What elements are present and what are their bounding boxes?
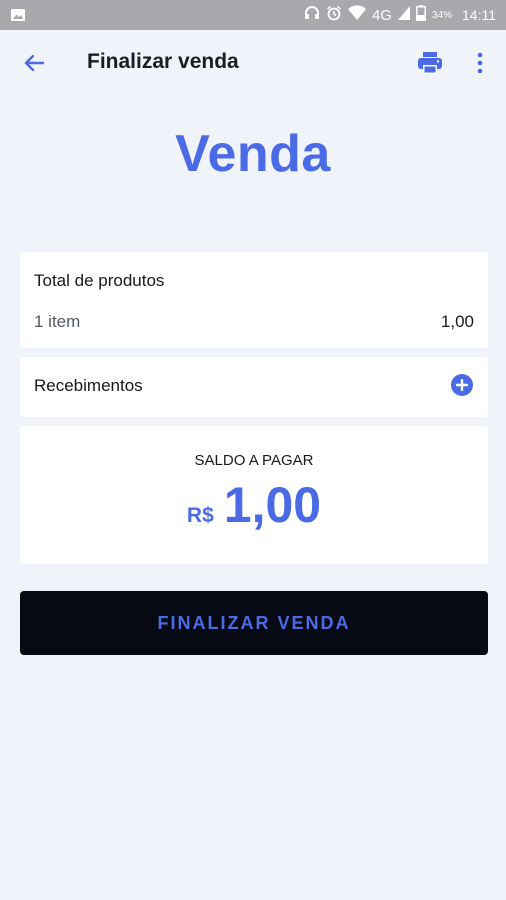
receipts-card: Recebimentos — [20, 357, 488, 417]
clock: 14:11 — [462, 7, 496, 23]
products-card: Total de produtos 1 item 1,00 — [20, 252, 488, 348]
page-title: Finalizar venda — [87, 50, 239, 73]
products-title: Total de produtos — [34, 271, 165, 290]
balance-card: SALDO A PAGAR R$ 1,00 — [20, 426, 488, 564]
printer-icon — [418, 52, 442, 74]
app-bar: Finalizar venda — [0, 30, 506, 96]
battery-level: 34% — [431, 9, 452, 21]
battery-icon — [415, 5, 426, 25]
balance-label: SALDO A PAGAR — [194, 452, 314, 469]
balance-value: 1,00 — [223, 477, 322, 533]
status-indicators: 4G 34% 14:11 — [304, 0, 496, 30]
add-receipt-button[interactable] — [451, 374, 473, 396]
balance-currency: R$ — [186, 504, 214, 527]
print-button[interactable] — [414, 48, 446, 78]
more-options-button[interactable] — [468, 48, 492, 78]
image-notification-icon — [10, 7, 26, 28]
more-vert-icon — [477, 52, 483, 74]
plus-icon — [456, 379, 468, 391]
wifi-icon — [347, 5, 366, 25]
headphones-icon — [304, 5, 320, 25]
back-button[interactable] — [20, 49, 48, 77]
status-bar: 4G 34% 14:11 — [0, 0, 506, 30]
receipts-label: Recebimentos — [34, 376, 143, 395]
products-count: 1 item — [34, 312, 81, 331]
arrow-left-icon — [24, 54, 45, 72]
signal-icon — [397, 6, 410, 24]
finish-sale-button[interactable]: FINALIZAR VENDA — [20, 591, 488, 655]
balance-amount: R$ 1,00 — [20, 476, 488, 534]
sale-heading: Venda — [175, 125, 331, 183]
alarm-icon — [326, 5, 342, 25]
products-total: 1,00 — [440, 312, 474, 331]
network-type: 4G — [371, 6, 392, 24]
